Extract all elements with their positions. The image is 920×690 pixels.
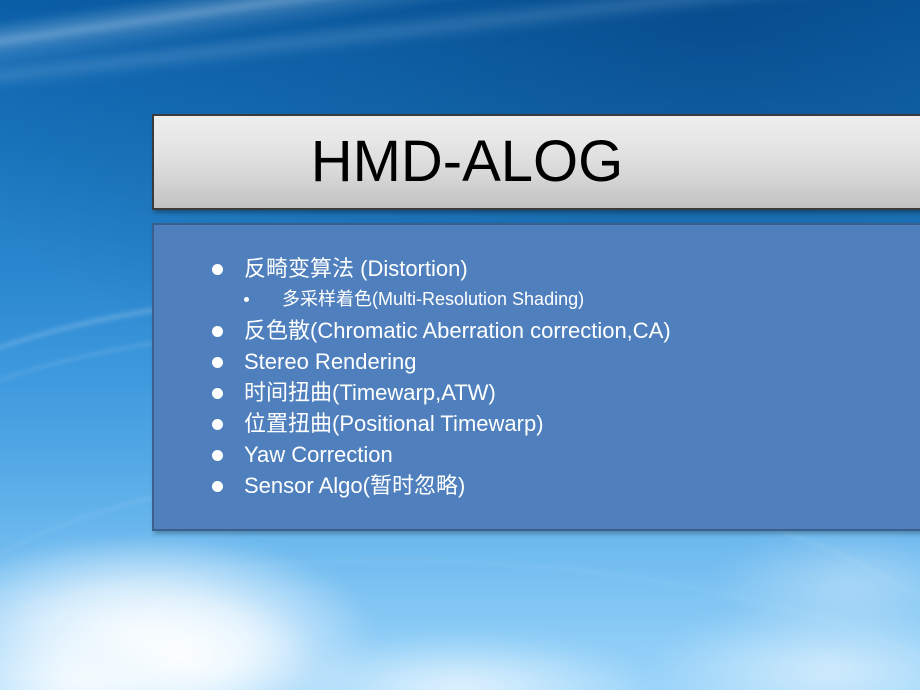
presentation-slide: HMD-ALOG 反畸变算法 (Distortion) 多采样着色(Multi-… <box>0 0 920 690</box>
list-item[interactable]: 位置扭曲(Positional Timewarp) <box>154 408 920 439</box>
bullet-circle-icon <box>212 419 223 430</box>
cloud-bottom-left-3-icon <box>0 630 210 690</box>
sub-bullet-dot-icon <box>244 297 249 302</box>
cloud-bottom-center-icon <box>250 625 670 690</box>
bullet-circle-icon <box>212 388 223 399</box>
bullet-circle-icon <box>212 326 223 337</box>
bullet-circle-icon <box>212 264 223 275</box>
list-item-label: Yaw Correction <box>244 442 393 467</box>
list-item-label: 位置扭曲(Positional Timewarp) <box>244 411 544 436</box>
list-item-label: 反色散(Chromatic Aberration correction,CA) <box>244 318 671 343</box>
list-item[interactable]: 时间扭曲(Timewarp,ATW) <box>154 377 920 408</box>
cloud-bottom-right-icon <box>640 600 920 690</box>
slide-content-box[interactable]: 反畸变算法 (Distortion) 多采样着色(Multi-Resolutio… <box>152 223 920 531</box>
bullet-list: 反畸变算法 (Distortion) 多采样着色(Multi-Resolutio… <box>154 253 920 501</box>
slide-title-text: HMD-ALOG <box>310 129 624 194</box>
bullet-circle-icon <box>212 450 223 461</box>
list-item-label: Sensor Algo(暂时忽略) <box>244 473 466 498</box>
list-item[interactable]: Yaw Correction <box>154 439 920 470</box>
bullet-circle-icon <box>212 481 223 492</box>
list-item-label: 多采样着色(Multi-Resolution Shading) <box>282 289 585 309</box>
list-item[interactable]: Sensor Algo(暂时忽略) <box>154 470 920 501</box>
slide-title-box[interactable]: HMD-ALOG <box>152 114 920 210</box>
list-item[interactable]: 反畸变算法 (Distortion) <box>154 253 920 284</box>
list-item-label: 时间扭曲(Timewarp,ATW) <box>244 380 496 405</box>
bullet-circle-icon <box>212 357 223 368</box>
list-item[interactable]: 多采样着色(Multi-Resolution Shading) <box>154 284 920 315</box>
list-item[interactable]: 反色散(Chromatic Aberration correction,CA) <box>154 315 920 346</box>
list-item-label: 反畸变算法 (Distortion) <box>244 256 468 281</box>
list-item[interactable]: Stereo Rendering <box>154 346 920 377</box>
list-item-label: Stereo Rendering <box>244 349 417 374</box>
